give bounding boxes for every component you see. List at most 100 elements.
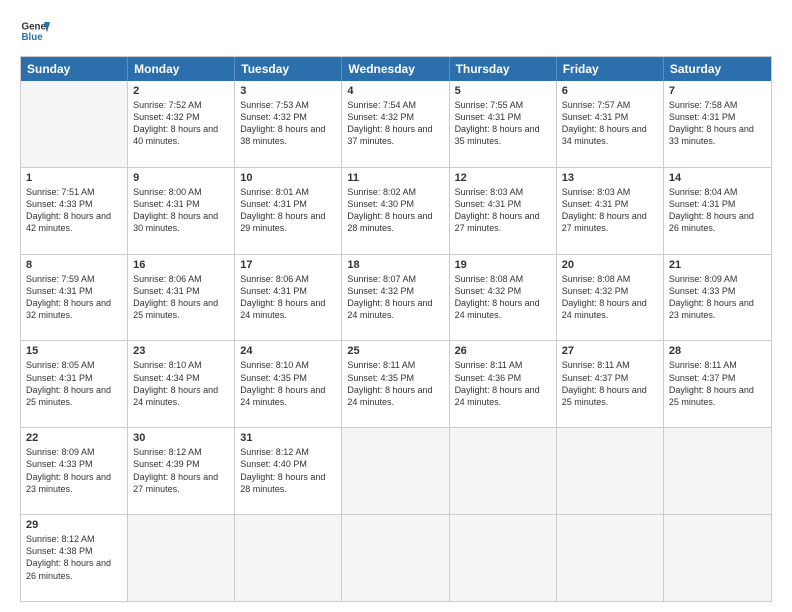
day-number: 20 <box>562 259 658 271</box>
day-cell: 9 Sunrise: 8:00 AMSunset: 4:31 PMDaylight… <box>128 168 235 254</box>
day-cell: 19Sunrise: 8:08 AMSunset: 4:32 PMDayligh… <box>450 255 557 341</box>
day-number: 10 <box>240 172 336 184</box>
day-cell <box>450 515 557 601</box>
day-cell <box>342 428 449 514</box>
page: General Blue SundayMondayTuesdayWednesda… <box>0 0 792 612</box>
day-header: Monday <box>128 57 235 81</box>
day-cell <box>450 428 557 514</box>
day-cell: 13Sunrise: 8:03 AMSunset: 4:31 PMDayligh… <box>557 168 664 254</box>
day-number: 1 <box>26 172 122 184</box>
day-info: Sunrise: 8:10 AMSunset: 4:35 PMDaylight:… <box>240 359 336 408</box>
day-info: Sunrise: 8:06 AMSunset: 4:31 PMDaylight:… <box>240 273 336 322</box>
day-cell: 15 Sunrise: 8:05 AMSunset: 4:31 PMDayligh… <box>21 341 128 427</box>
day-cell: 17 Sunrise: 8:06 AMSunset: 4:31 PMDayligh… <box>235 255 342 341</box>
day-header: Wednesday <box>342 57 449 81</box>
day-info: Sunrise: 8:11 AMSunset: 4:37 PMDaylight:… <box>669 359 766 408</box>
header: General Blue <box>20 16 772 46</box>
day-number: 7 <box>669 85 766 97</box>
week-row: 8Sunrise: 7:59 AMSunset: 4:31 PMDaylight… <box>21 254 771 341</box>
week-row: 22 Sunrise: 8:09 AMSunset: 4:33 PMDayligh… <box>21 427 771 514</box>
day-info: Sunrise: 8:12 AMSunset: 4:40 PMDaylight:… <box>240 446 336 495</box>
day-cell <box>128 515 235 601</box>
day-cell: 23 Sunrise: 8:10 AMSunset: 4:34 PMDayligh… <box>128 341 235 427</box>
day-cell <box>557 428 664 514</box>
day-cell: 29Sunrise: 8:12 AMSunset: 4:38 PMDayligh… <box>21 515 128 601</box>
day-info: Sunrise: 7:58 AMSunset: 4:31 PMDaylight:… <box>669 99 766 148</box>
day-info: Sunrise: 8:05 AMSunset: 4:31 PMDaylight:… <box>26 359 122 408</box>
day-info: Sunrise: 8:09 AMSunset: 4:33 PMDaylight:… <box>26 446 122 495</box>
day-info: Sunrise: 8:12 AMSunset: 4:39 PMDaylight:… <box>133 446 229 495</box>
day-cell: 31 Sunrise: 8:12 AMSunset: 4:40 PMDayligh… <box>235 428 342 514</box>
day-info: Sunrise: 8:11 AMSunset: 4:35 PMDaylight:… <box>347 359 443 408</box>
day-number: 23 <box>133 345 229 357</box>
day-cell: 26Sunrise: 8:11 AMSunset: 4:36 PMDayligh… <box>450 341 557 427</box>
day-header: Saturday <box>664 57 771 81</box>
week-row: 29Sunrise: 8:12 AMSunset: 4:38 PMDayligh… <box>21 514 771 601</box>
day-cell: 27Sunrise: 8:11 AMSunset: 4:37 PMDayligh… <box>557 341 664 427</box>
day-number: 6 <box>562 85 658 97</box>
day-info: Sunrise: 7:59 AMSunset: 4:31 PMDaylight:… <box>26 273 122 322</box>
day-cell: 3Sunrise: 7:53 AMSunset: 4:32 PMDaylight… <box>235 81 342 167</box>
day-number: 24 <box>240 345 336 357</box>
day-info: Sunrise: 8:03 AMSunset: 4:31 PMDaylight:… <box>455 186 551 235</box>
day-info: Sunrise: 7:57 AMSunset: 4:31 PMDaylight:… <box>562 99 658 148</box>
day-info: Sunrise: 8:02 AMSunset: 4:30 PMDaylight:… <box>347 186 443 235</box>
day-number: 16 <box>133 259 229 271</box>
day-number: 30 <box>133 432 229 444</box>
day-number: 12 <box>455 172 551 184</box>
day-info: Sunrise: 7:55 AMSunset: 4:31 PMDaylight:… <box>455 99 551 148</box>
day-number: 4 <box>347 85 443 97</box>
day-number: 21 <box>669 259 766 271</box>
day-info: Sunrise: 8:04 AMSunset: 4:31 PMDaylight:… <box>669 186 766 235</box>
day-cell: 4 Sunrise: 7:54 AMSunset: 4:32 PMDaylight… <box>342 81 449 167</box>
day-number: 13 <box>562 172 658 184</box>
day-info: Sunrise: 8:11 AMSunset: 4:37 PMDaylight:… <box>562 359 658 408</box>
calendar-body: 2Sunrise: 7:52 AMSunset: 4:32 PMDaylight… <box>21 81 771 601</box>
day-header: Thursday <box>450 57 557 81</box>
day-info: Sunrise: 8:00 AMSunset: 4:31 PMDaylight:… <box>133 186 229 235</box>
day-cell: 21 Sunrise: 8:09 AMSunset: 4:33 PMDayligh… <box>664 255 771 341</box>
logo: General Blue <box>20 16 50 46</box>
day-info: Sunrise: 7:53 AMSunset: 4:32 PMDaylight:… <box>240 99 336 148</box>
day-number: 31 <box>240 432 336 444</box>
day-number: 18 <box>347 259 443 271</box>
day-number: 2 <box>133 85 229 97</box>
svg-text:Blue: Blue <box>22 32 44 43</box>
day-number: 25 <box>347 345 443 357</box>
day-header: Tuesday <box>235 57 342 81</box>
day-cell <box>664 515 771 601</box>
day-cell: 5 Sunrise: 7:55 AMSunset: 4:31 PMDaylight… <box>450 81 557 167</box>
day-cell <box>342 515 449 601</box>
day-header: Friday <box>557 57 664 81</box>
day-number: 29 <box>26 519 122 531</box>
day-cell: 25 Sunrise: 8:11 AMSunset: 4:35 PMDayligh… <box>342 341 449 427</box>
calendar: SundayMondayTuesdayWednesdayThursdayFrid… <box>20 56 772 602</box>
day-cell: 12 Sunrise: 8:03 AMSunset: 4:31 PMDayligh… <box>450 168 557 254</box>
day-cell: 22 Sunrise: 8:09 AMSunset: 4:33 PMDayligh… <box>21 428 128 514</box>
day-cell: 2Sunrise: 7:52 AMSunset: 4:32 PMDaylight… <box>128 81 235 167</box>
day-number: 28 <box>669 345 766 357</box>
day-number: 5 <box>455 85 551 97</box>
day-cell: 30 Sunrise: 8:12 AMSunset: 4:39 PMDayligh… <box>128 428 235 514</box>
day-headers: SundayMondayTuesdayWednesdayThursdayFrid… <box>21 57 771 81</box>
day-number: 9 <box>133 172 229 184</box>
day-info: Sunrise: 7:54 AMSunset: 4:32 PMDaylight:… <box>347 99 443 148</box>
week-row: 15 Sunrise: 8:05 AMSunset: 4:31 PMDayligh… <box>21 340 771 427</box>
day-cell: 7 Sunrise: 7:58 AMSunset: 4:31 PMDaylight… <box>664 81 771 167</box>
day-number: 11 <box>347 172 443 184</box>
day-cell: 18Sunrise: 8:07 AMSunset: 4:32 PMDayligh… <box>342 255 449 341</box>
day-info: Sunrise: 8:10 AMSunset: 4:34 PMDaylight:… <box>133 359 229 408</box>
day-info: Sunrise: 8:09 AMSunset: 4:33 PMDaylight:… <box>669 273 766 322</box>
day-cell: 11 Sunrise: 8:02 AMSunset: 4:30 PMDayligh… <box>342 168 449 254</box>
day-number: 15 <box>26 345 122 357</box>
day-header: Sunday <box>21 57 128 81</box>
day-cell: 8Sunrise: 7:59 AMSunset: 4:31 PMDaylight… <box>21 255 128 341</box>
day-cell: 14Sunrise: 8:04 AMSunset: 4:31 PMDayligh… <box>664 168 771 254</box>
day-cell <box>664 428 771 514</box>
day-cell: 1Sunrise: 7:51 AMSunset: 4:33 PMDaylight… <box>21 168 128 254</box>
day-cell <box>557 515 664 601</box>
day-info: Sunrise: 8:11 AMSunset: 4:36 PMDaylight:… <box>455 359 551 408</box>
day-cell: 20Sunrise: 8:08 AMSunset: 4:32 PMDayligh… <box>557 255 664 341</box>
day-number: 17 <box>240 259 336 271</box>
day-number: 22 <box>26 432 122 444</box>
